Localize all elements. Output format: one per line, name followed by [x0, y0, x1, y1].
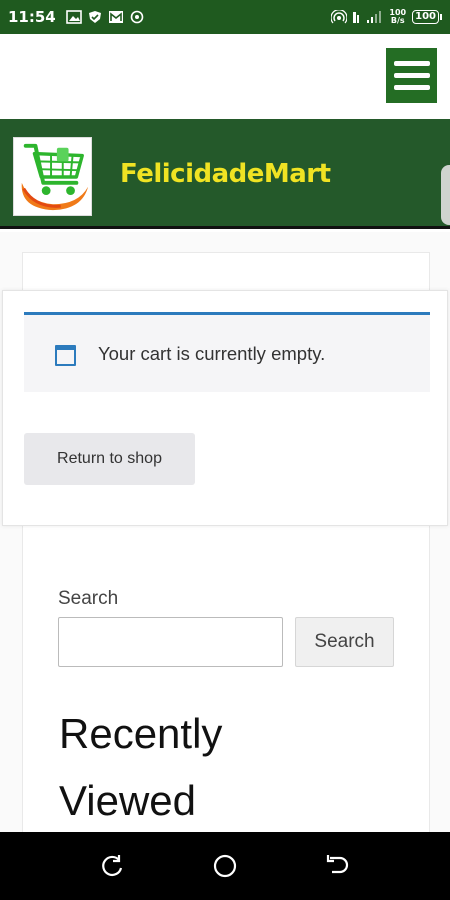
- search-input[interactable]: [58, 617, 283, 667]
- shopping-cart-logo[interactable]: [13, 137, 92, 216]
- shield-icon: [88, 11, 101, 23]
- network-speed: 100 B/s: [389, 9, 406, 25]
- gallery-icon: [65, 10, 82, 24]
- search-button[interactable]: Search: [295, 617, 394, 667]
- battery-icon: 100: [412, 10, 442, 24]
- cart-empty-message: Your cart is currently empty.: [98, 343, 326, 364]
- cart-empty-notice: Your cart is currently empty.: [24, 312, 430, 392]
- mail-icon: [108, 11, 123, 23]
- signal-icon: [353, 11, 382, 23]
- navigation-bar: [0, 832, 450, 900]
- site-header: [0, 34, 450, 119]
- hamburger-menu-icon: [393, 73, 430, 78]
- hamburger-menu-button[interactable]: [386, 48, 437, 103]
- window-info-icon: [55, 345, 76, 366]
- cart-logo-icon: [21, 143, 89, 211]
- search-label: Search: [58, 588, 119, 609]
- return-to-shop-button[interactable]: Return to shop: [24, 433, 195, 485]
- back-icon[interactable]: [322, 852, 350, 880]
- side-scroll-handle[interactable]: [441, 165, 450, 225]
- battery-level: 100: [412, 10, 439, 24]
- cart-panel: Your cart is currently empty. Return to …: [2, 290, 448, 526]
- brand-bar: FelicidadeMart: [0, 119, 450, 229]
- hamburger-menu-icon: [393, 85, 430, 90]
- recent-apps-icon[interactable]: [99, 852, 127, 880]
- network-speed-unit: B/s: [390, 16, 405, 25]
- recently-viewed-title: Recently Viewed: [59, 710, 223, 824]
- status-right-group: 100 B/s 100: [331, 9, 442, 25]
- battery-cap: [440, 14, 442, 20]
- home-icon[interactable]: [211, 852, 239, 880]
- location-icon: [130, 10, 144, 24]
- hamburger-menu-icon: [393, 61, 430, 66]
- status-time: 11:54: [8, 8, 56, 26]
- status-bar: 11:54 100 B/s 100: [0, 0, 450, 34]
- hotspot-icon: [331, 10, 348, 24]
- brand-name[interactable]: FelicidadeMart: [120, 159, 331, 189]
- status-notification-icons: [65, 10, 145, 24]
